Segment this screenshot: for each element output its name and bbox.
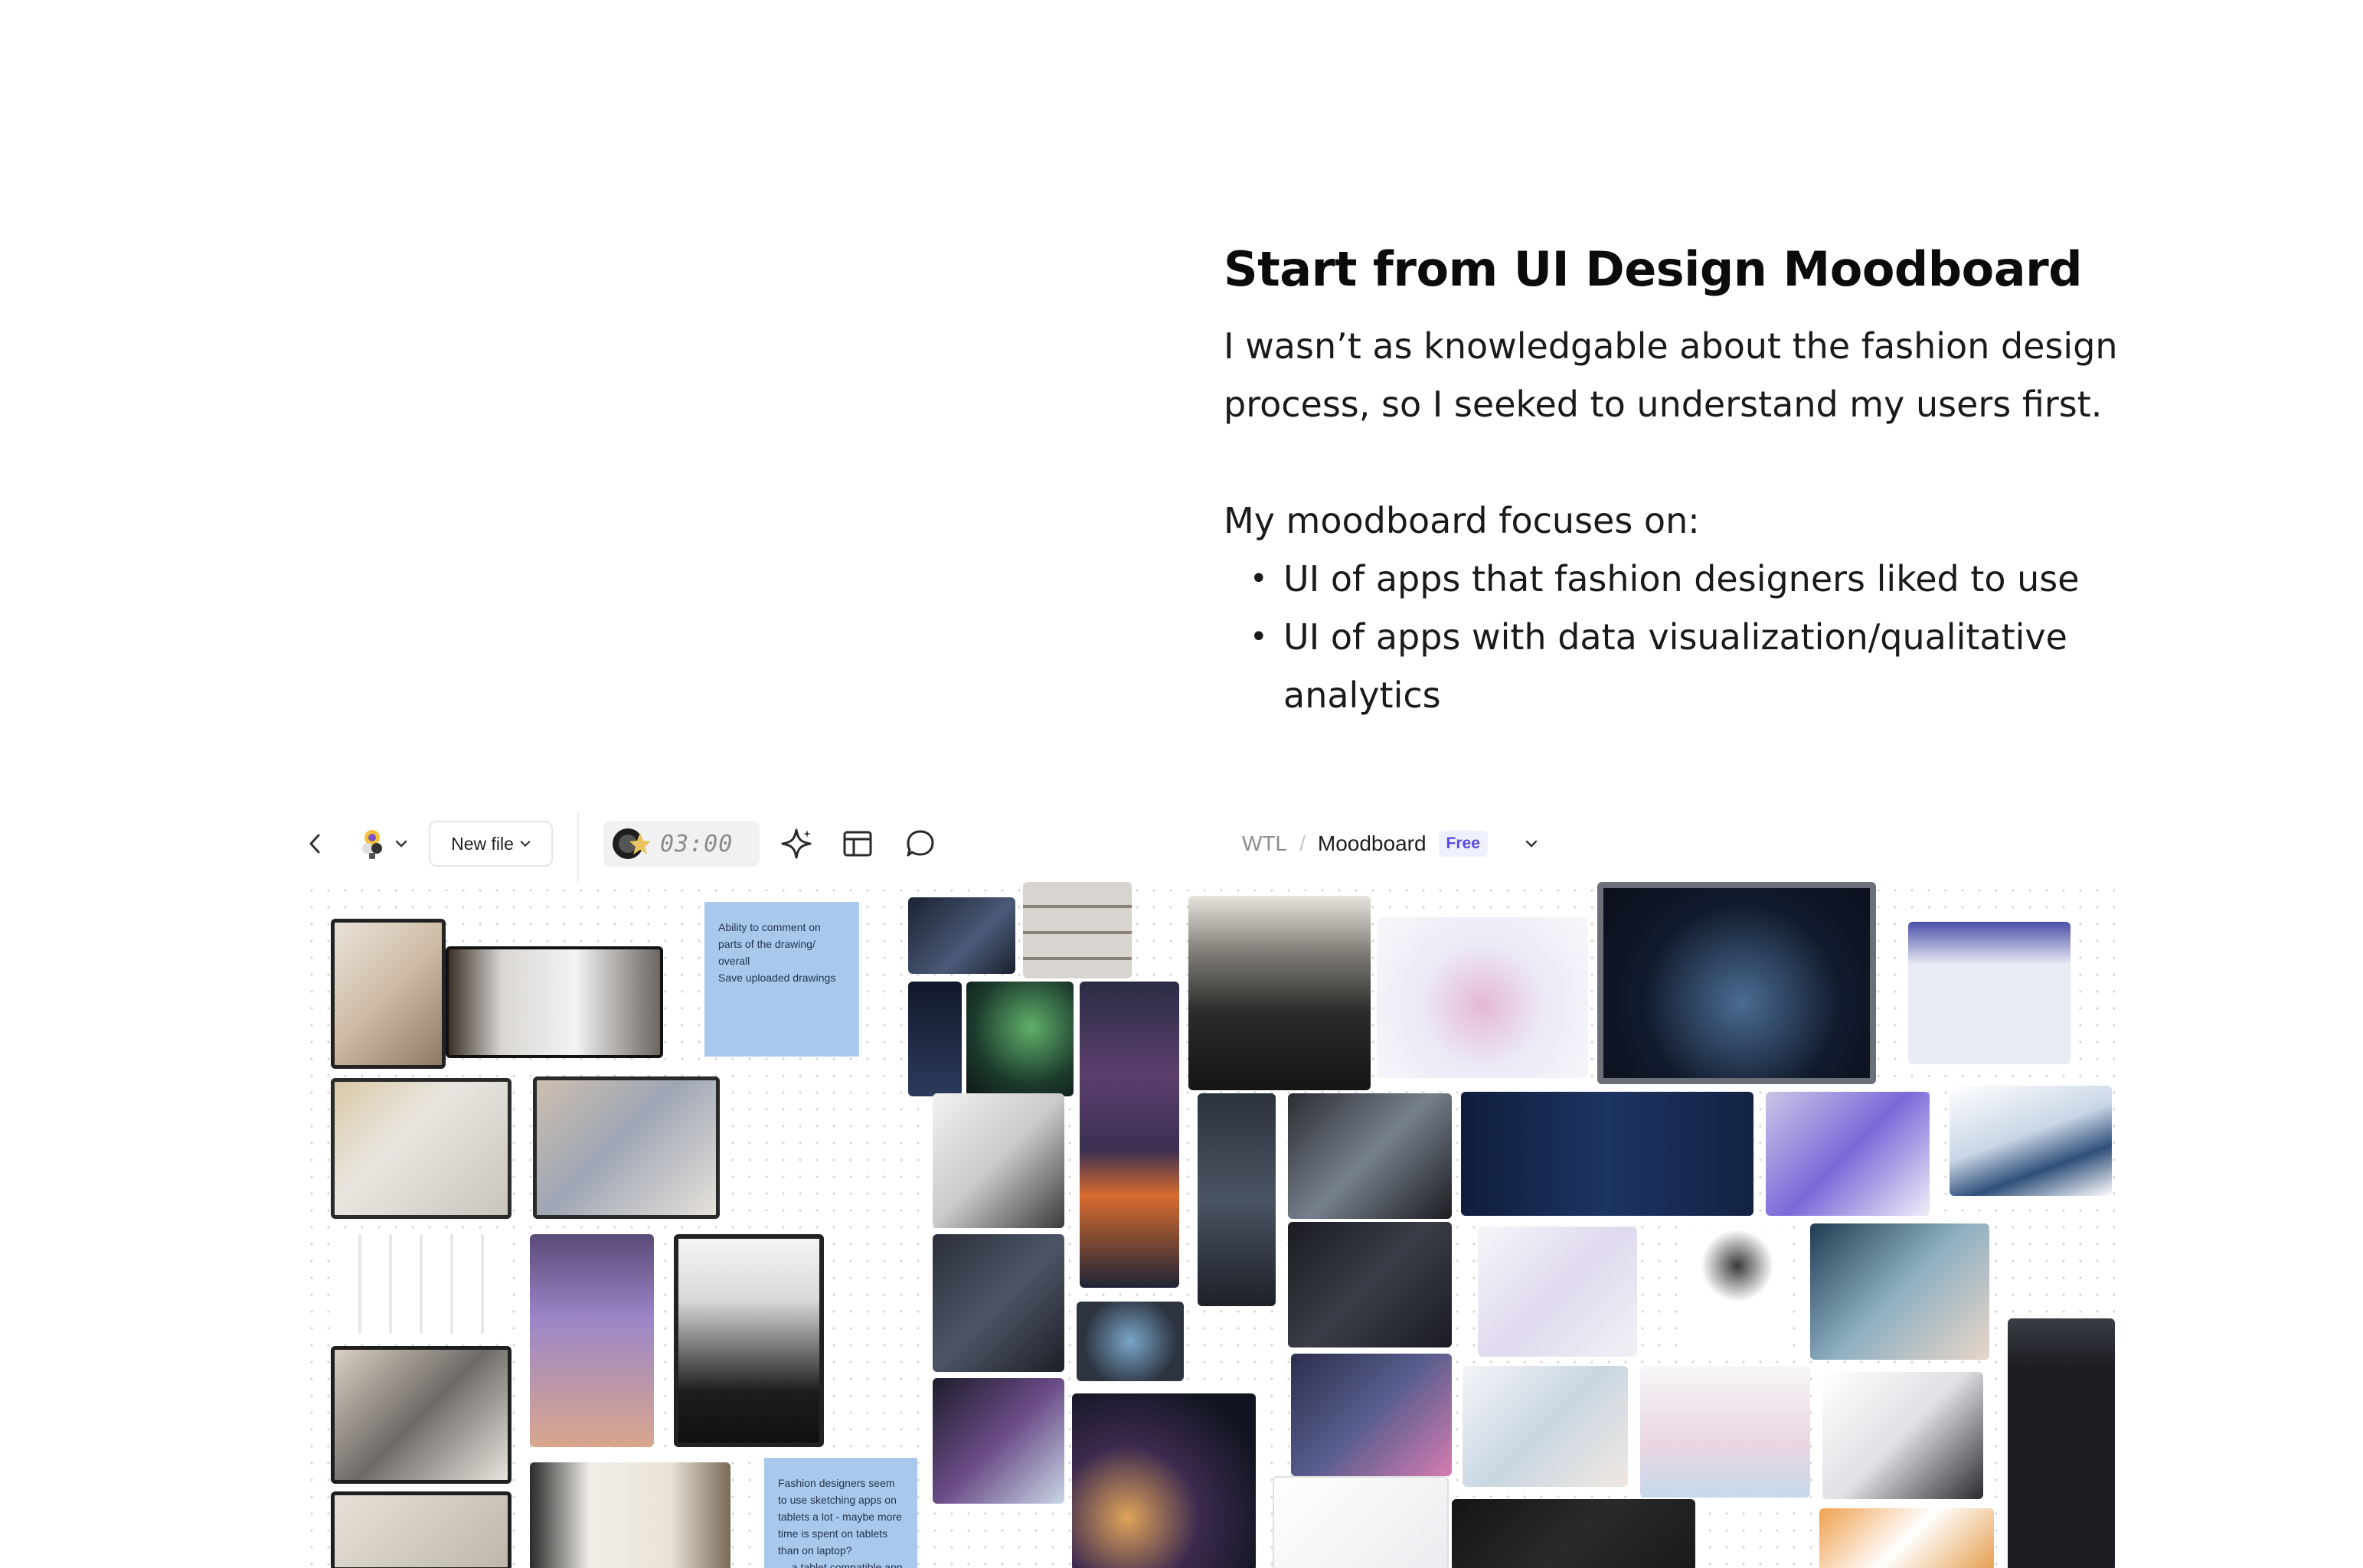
- layout-icon[interactable]: [842, 828, 873, 859]
- moodboard-image[interactable]: [1810, 1223, 1989, 1360]
- section-heading: Start from UI Design Moodboard: [1224, 241, 2083, 297]
- paragraph-line: I wasn’t as knowledgable about the fashi…: [1224, 325, 2118, 367]
- moodboard-image[interactable]: [533, 1076, 720, 1219]
- timer-value: 03:00: [660, 830, 734, 858]
- moodboard-image[interactable]: [1766, 1092, 1930, 1216]
- sticky-note-line: overall: [718, 955, 750, 967]
- moodboard-image[interactable]: [1950, 1086, 2112, 1196]
- figma-window: New file 03:00 WTL / Moodboard Free Abil…: [303, 805, 2115, 1568]
- moodboard-image[interactable]: [1291, 1354, 1452, 1476]
- breadcrumb: WTL / Moodboard Free: [1242, 827, 1488, 861]
- moodboard-image[interactable]: [1023, 882, 1132, 978]
- sticky-note-line: → a tablet compatible app: [778, 1561, 903, 1568]
- timer-widget[interactable]: 03:00: [603, 821, 760, 867]
- chevron-down-icon: [520, 841, 531, 848]
- moodboard-image[interactable]: [933, 1234, 1064, 1372]
- timer-badge-icon: [613, 828, 651, 859]
- new-file-button[interactable]: New file: [429, 821, 553, 867]
- moodboard-image[interactable]: [1198, 1093, 1276, 1306]
- intro-section: Start from UI Design Moodboard I wasn’t …: [1224, 237, 2142, 724]
- moodboard-image[interactable]: [331, 919, 446, 1069]
- moodboard-canvas[interactable]: Ability to comment on parts of the drawi…: [303, 882, 2115, 1568]
- breadcrumb-separator: /: [1299, 831, 1306, 855]
- moodboard-image[interactable]: [1452, 1499, 1695, 1568]
- sticky-note-line: Fashion designers seem: [778, 1477, 895, 1489]
- sticky-note-line: to use sketching apps on: [778, 1494, 897, 1506]
- chevron-down-icon[interactable]: [1524, 831, 1539, 856]
- moodboard-image[interactable]: [674, 1234, 824, 1447]
- comment-icon[interactable]: [905, 828, 936, 859]
- chevron-down-icon[interactable]: [394, 831, 409, 856]
- moodboard-image[interactable]: [1072, 1393, 1256, 1568]
- moodboard-image[interactable]: [1640, 1366, 1810, 1498]
- new-file-label: New file: [451, 833, 514, 854]
- figma-toolbar: New file 03:00 WTL / Moodboard Free: [303, 805, 2115, 882]
- moodboard-image[interactable]: [966, 982, 1074, 1096]
- moodboard-image[interactable]: [1188, 896, 1371, 1090]
- sticky-note-line: tablets a lot - maybe more: [778, 1511, 902, 1523]
- moodboard-image[interactable]: [1463, 1366, 1628, 1487]
- moodboard-image[interactable]: [908, 982, 962, 1096]
- moodboard-image[interactable]: [1597, 882, 1876, 1084]
- intro-paragraph: I wasn’t as knowledgable about the fashi…: [1224, 317, 2142, 724]
- bullet-glyph: •: [1250, 561, 1268, 596]
- sticky-note[interactable]: Fashion designers seem to use sketching …: [764, 1458, 917, 1568]
- bullet-glyph: •: [1250, 619, 1268, 655]
- moodboard-image[interactable]: [530, 1234, 654, 1447]
- focus-list: • UI of apps that fashion designers like…: [1224, 550, 2142, 724]
- toolbar-divider: [577, 813, 579, 882]
- sparkle-icon[interactable]: [779, 827, 813, 861]
- sticky-note-line: Ability to comment on: [718, 921, 821, 933]
- moodboard-image[interactable]: [1819, 1508, 1994, 1568]
- sticky-note[interactable]: Ability to comment on parts of the drawi…: [704, 902, 859, 1057]
- moodboard-image[interactable]: [331, 1346, 511, 1484]
- moodboard-image[interactable]: [1273, 1476, 1449, 1568]
- moodboard-image[interactable]: [908, 897, 1015, 974]
- sticky-note-line: parts of the drawing/: [718, 938, 815, 950]
- moodboard-image[interactable]: [331, 1078, 511, 1219]
- moodboard-image[interactable]: [331, 1491, 511, 1568]
- moodboard-image[interactable]: [1288, 1093, 1452, 1219]
- moodboard-image[interactable]: [331, 1234, 511, 1334]
- breadcrumb-file[interactable]: Moodboard: [1318, 831, 1427, 856]
- moodboard-image[interactable]: [530, 1462, 730, 1568]
- paragraph-line: process, so I seeked to understand my us…: [1224, 384, 2103, 425]
- focus-item-text-cont: analytics: [1283, 675, 1441, 716]
- sticky-note-line: Save uploaded drawings: [718, 972, 836, 984]
- moodboard-image[interactable]: [1461, 1092, 1753, 1216]
- moodboard-image[interactable]: [1377, 917, 1588, 1078]
- figma-app-icon[interactable]: [357, 827, 387, 861]
- focus-lead: My moodboard focuses on:: [1224, 500, 1700, 541]
- chevron-left-icon[interactable]: [303, 828, 326, 859]
- moodboard-image[interactable]: [933, 1093, 1064, 1228]
- moodboard-image[interactable]: [1822, 1372, 1983, 1499]
- focus-item: • UI of apps with data visualization/qua…: [1224, 608, 2142, 724]
- breadcrumb-team[interactable]: WTL: [1242, 831, 1287, 856]
- sticky-note-line: time is spent on tablets: [778, 1527, 888, 1540]
- focus-item-text: UI of apps with data visualization/quali…: [1283, 616, 2067, 658]
- moodboard-image[interactable]: [1688, 1227, 1787, 1357]
- moodboard-image[interactable]: [446, 946, 663, 1058]
- moodboard-image[interactable]: [1077, 1302, 1184, 1381]
- moodboard-image[interactable]: [1080, 982, 1179, 1288]
- moodboard-image[interactable]: [1908, 922, 2070, 1064]
- moodboard-image[interactable]: [1288, 1222, 1452, 1348]
- plan-badge: Free: [1438, 831, 1488, 857]
- moodboard-image[interactable]: [2008, 1318, 2115, 1568]
- moodboard-image[interactable]: [1478, 1227, 1637, 1357]
- sticky-note-line: than on laptop?: [778, 1544, 852, 1557]
- focus-item: • UI of apps that fashion designers like…: [1224, 550, 2142, 608]
- focus-item-text: UI of apps that fashion designers liked …: [1283, 558, 2080, 599]
- moodboard-image[interactable]: [933, 1378, 1064, 1504]
